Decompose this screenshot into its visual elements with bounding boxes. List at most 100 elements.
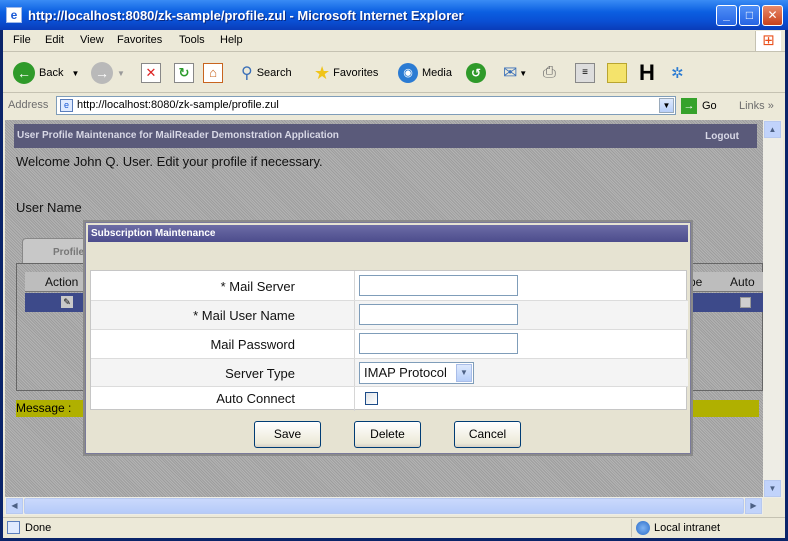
menu-bar: File Edit View Favorites Tools Help ⊞ — [3, 30, 785, 52]
status-text: Done — [25, 522, 52, 534]
favorites-label: Favorites — [333, 67, 379, 79]
tab-profile-label: Profile — [53, 247, 85, 258]
intranet-globe-icon — [636, 521, 650, 535]
menu-favorites[interactable]: Favorites — [117, 34, 162, 46]
address-label: Address — [8, 99, 49, 111]
mail-server-input[interactable] — [359, 275, 518, 296]
menu-tools[interactable]: Tools — [179, 34, 205, 46]
stop-icon: ✕ — [141, 63, 161, 83]
print-icon: ⎙ — [543, 64, 556, 81]
search-label: Search — [256, 67, 292, 79]
stop-button[interactable]: ✕ — [141, 61, 165, 85]
row-divider — [354, 359, 355, 386]
scroll-up-icon[interactable]: ▲ — [764, 121, 781, 138]
maximize-button[interactable]: □ — [739, 5, 760, 26]
search-button[interactable]: ⚲ Search — [241, 61, 292, 85]
grid-col-auto: Auto — [730, 275, 755, 289]
window-title: http://localhost:8080/zk-sample/profile.… — [28, 8, 464, 23]
media-button[interactable]: ◉ Media — [398, 61, 452, 85]
address-dropdown-icon[interactable]: ▼ — [659, 98, 674, 113]
scroll-left-icon[interactable]: ◀ — [6, 498, 23, 514]
cancel-button[interactable]: Cancel — [454, 421, 521, 448]
media-label: Media — [422, 67, 452, 79]
messenger-button[interactable]: ✲ — [671, 61, 684, 85]
go-label: Go — [702, 100, 717, 112]
delete-button[interactable]: Delete — [354, 421, 421, 448]
grid-col-type: pe — [689, 275, 703, 289]
dialog-title: Subscription Maintenance — [91, 228, 216, 239]
chevron-down-icon[interactable]: ▼ — [456, 364, 472, 382]
mail-server-label: * Mail Server — [220, 279, 295, 294]
page-icon: e — [60, 99, 73, 112]
print-button[interactable]: ⎙ — [543, 61, 556, 85]
server-type-label: Server Type — [225, 366, 295, 381]
menu-edit[interactable]: Edit — [45, 34, 64, 46]
subscription-dialog: Subscription Maintenance * Mail Server *… — [85, 222, 691, 454]
history-button[interactable]: ↺ — [466, 61, 490, 85]
go-arrow-icon: → — [681, 98, 697, 114]
row-divider — [354, 330, 355, 358]
forward-button[interactable]: → ▼ — [91, 61, 125, 85]
home-icon: ⌂ — [203, 63, 223, 83]
tab-profile[interactable]: Profile — [22, 238, 92, 264]
search-icon: ⚲ — [241, 65, 253, 82]
scroll-right-icon[interactable]: ▶ — [745, 498, 762, 514]
favorites-button[interactable]: ★ Favorites — [314, 61, 378, 85]
home-button[interactable]: ⌂ — [203, 61, 227, 85]
scroll-thumb[interactable] — [24, 498, 744, 514]
menu-help[interactable]: Help — [220, 34, 243, 46]
back-button[interactable]: ← Back ▼ — [13, 61, 79, 85]
server-type-select[interactable]: IMAP Protocol ▼ — [359, 362, 474, 384]
media-globe-icon: ◉ — [398, 63, 418, 83]
auto-checkbox[interactable] — [740, 297, 751, 308]
vertical-scrollbar[interactable]: ▲ ▼ — [763, 120, 783, 498]
mail-dropdown-icon[interactable]: ▼ — [519, 69, 527, 78]
back-dropdown-icon[interactable]: ▼ — [71, 69, 79, 78]
browser-window: e http://localhost:8080/zk-sample/profil… — [0, 0, 788, 541]
mail-button[interactable]: ✉ ▼ — [503, 61, 527, 85]
address-input[interactable]: e http://localhost:8080/zk-sample/profil… — [56, 96, 676, 115]
browser-frame: File Edit View Favorites Tools Help ⊞ ← … — [3, 30, 785, 538]
message-label: Message : — [16, 401, 72, 415]
toolbar: ← Back ▼ → ▼ ✕ ↻ ⌂ ⚲ Search ★ Favorites … — [3, 53, 785, 93]
mail-password-label: Mail Password — [210, 337, 295, 352]
close-button[interactable]: ✕ — [762, 5, 783, 26]
status-bar: Done Local intranet — [3, 517, 785, 538]
server-type-value: IMAP Protocol — [364, 365, 447, 380]
menu-view[interactable]: View — [80, 34, 104, 46]
horizontal-scrollbar[interactable]: ◀ ▶ — [5, 497, 763, 515]
auto-connect-checkbox[interactable] — [365, 392, 378, 405]
save-button[interactable]: Save — [254, 421, 321, 448]
mail-user-input[interactable] — [359, 304, 518, 325]
zone-label: Local intranet — [654, 522, 721, 534]
edit-page-button[interactable]: ≡ — [575, 61, 599, 85]
windows-logo-icon: ⊞ — [755, 31, 781, 51]
server-type-row: Server Type IMAP Protocol ▼ — [91, 359, 688, 387]
h-button[interactable]: H — [639, 60, 655, 85]
h-icon: H — [639, 60, 655, 85]
mail-user-row: * Mail User Name — [91, 301, 688, 330]
minimize-button[interactable]: _ — [716, 5, 737, 26]
forward-dropdown-icon[interactable]: ▼ — [117, 69, 125, 78]
discuss-button[interactable] — [607, 61, 627, 85]
back-label: Back — [39, 67, 64, 79]
history-icon: ↺ — [466, 63, 486, 83]
forward-arrow-icon: → — [91, 62, 113, 84]
mail-password-input[interactable] — [359, 333, 518, 354]
edit-page-icon: ≡ — [575, 63, 595, 83]
scroll-down-icon[interactable]: ▼ — [764, 480, 781, 497]
go-button[interactable]: → Go — [681, 98, 717, 114]
username-label: User Name — [16, 200, 82, 215]
menu-file[interactable]: File — [13, 34, 31, 46]
mail-user-label: * Mail User Name — [193, 308, 295, 323]
mail-icon: ✉ — [503, 63, 518, 82]
refresh-button[interactable]: ↻ — [174, 61, 198, 85]
title-bar: e http://localhost:8080/zk-sample/profil… — [0, 0, 788, 30]
row-divider — [354, 387, 355, 411]
messenger-icon: ✲ — [671, 65, 684, 82]
links-button[interactable]: Links » — [739, 100, 774, 112]
edit-icon[interactable]: ✎ — [61, 296, 73, 308]
refresh-icon: ↻ — [174, 63, 194, 83]
logout-link[interactable]: Logout — [705, 131, 739, 142]
page-status-icon — [7, 521, 20, 534]
